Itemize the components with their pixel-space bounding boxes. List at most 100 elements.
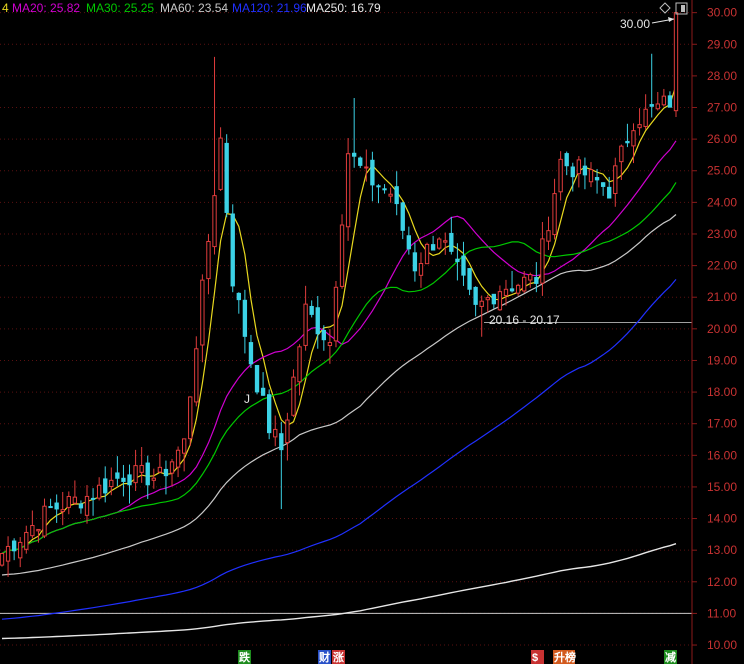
candle-body	[103, 478, 108, 494]
candle-body	[497, 291, 503, 311]
candle-body	[200, 279, 205, 346]
candle-body	[388, 193, 393, 197]
reference-lines	[0, 322, 692, 614]
ma-line	[1, 182, 677, 555]
candle-body	[661, 95, 667, 106]
ma-line	[1, 214, 677, 576]
candle-body	[607, 186, 612, 199]
event-badge-label: 升榜	[554, 650, 576, 664]
candle-body	[11, 540, 17, 552]
legend-item: MA60: 23.54	[160, 1, 228, 15]
candle-body	[352, 152, 357, 157]
corner-icons[interactable]	[659, 2, 688, 15]
candle-body	[248, 342, 254, 365]
candle-body	[667, 95, 673, 108]
axis-tick-label: 19.00	[707, 353, 737, 367]
candle-body	[406, 235, 411, 250]
candle-body	[364, 166, 369, 169]
candle-body	[145, 462, 150, 486]
candle-body	[279, 433, 284, 451]
axis-tick-label: 26.00	[707, 132, 737, 146]
candle-body	[242, 299, 248, 337]
candle-body	[594, 177, 600, 181]
candle-body	[260, 387, 266, 396]
window-toggle-icon-fill	[681, 5, 685, 12]
candle-body	[370, 159, 375, 186]
candle-body	[467, 268, 472, 290]
candle-body	[78, 503, 84, 509]
candle-body	[139, 464, 144, 473]
ma-line	[1, 543, 677, 640]
max-price-label: 30.00	[620, 17, 650, 31]
candle-body	[254, 365, 260, 393]
candle-body	[631, 130, 636, 147]
candle-body	[327, 342, 333, 347]
candle-body	[5, 545, 11, 562]
candle-body	[291, 376, 296, 416]
candle-body	[230, 213, 235, 287]
axis-tick-label: 10.00	[707, 638, 737, 652]
candle-body	[66, 496, 71, 508]
price-axis: 10.00 11.00 12.00 13.00 14.00 15.00 16.00 17.00…	[691, 0, 737, 664]
candle-body	[72, 496, 78, 504]
candle-body	[212, 195, 217, 248]
candle-body	[345, 153, 351, 228]
candle-body	[655, 103, 660, 110]
candle-body	[637, 124, 642, 129]
candle-body	[121, 477, 126, 482]
event-badge-label: 减	[665, 650, 676, 664]
axis-tick-label: 17.00	[707, 417, 737, 431]
ma-legend: 4 MA20: 25.82 MA30: 25.25 MA60: 23.54 MA120:…	[2, 1, 381, 15]
candle-body	[358, 157, 363, 166]
candle-body	[576, 159, 582, 175]
axis-tick-label: 11.00	[707, 606, 736, 620]
marker-j-label: J	[244, 392, 250, 406]
candle-body	[394, 186, 399, 205]
legend-item: MA20: 25.82	[12, 1, 80, 15]
candle-body	[449, 232, 454, 252]
candle-body	[133, 465, 138, 484]
candle-body	[0, 553, 5, 566]
candle-body	[412, 252, 418, 272]
max-price-arrowhead	[668, 17, 674, 22]
candle-body	[534, 277, 539, 284]
candle-body	[315, 307, 320, 335]
candle-body	[600, 182, 606, 187]
candle-body	[582, 165, 588, 176]
candle-body	[303, 303, 308, 346]
candle-body	[430, 244, 436, 251]
candle-body	[540, 238, 545, 284]
candle-body	[485, 297, 490, 301]
candle-body	[382, 188, 387, 191]
axis-tick-label: 23.00	[707, 227, 737, 241]
candlesticks	[0, 12, 679, 577]
candle-body	[522, 276, 527, 292]
candle-body	[437, 238, 442, 249]
axis-tick-label: 22.00	[707, 259, 737, 273]
candle-body	[473, 286, 478, 305]
diamond-icon[interactable]	[659, 2, 671, 14]
axis-tick-label: 29.00	[707, 37, 737, 51]
candle-body	[564, 153, 569, 167]
chart-annotations: 30.00 20.16 - 20.17 J	[244, 17, 675, 406]
candle-body	[285, 419, 290, 444]
candle-body	[218, 137, 223, 190]
legend-item: MA30: 25.25	[86, 1, 154, 15]
candle-body	[376, 185, 381, 188]
axis-tick-label: 27.00	[707, 101, 737, 115]
candle-body	[309, 305, 314, 315]
candle-body	[169, 461, 175, 474]
candle-body	[515, 284, 521, 294]
candle-body	[424, 243, 430, 265]
candle-body	[181, 438, 187, 454]
event-badge-label: 涨	[333, 650, 344, 664]
candle-body	[613, 165, 618, 194]
axis-tick-label: 14.00	[707, 512, 737, 526]
candle-body	[552, 193, 557, 236]
candle-body	[36, 528, 41, 532]
candle-body	[418, 263, 424, 276]
candle-body	[194, 348, 199, 403]
candle-body	[188, 396, 193, 440]
event-badges[interactable]: 跌 财涨 $ 升榜 减	[238, 650, 677, 664]
candle-body	[588, 169, 594, 183]
